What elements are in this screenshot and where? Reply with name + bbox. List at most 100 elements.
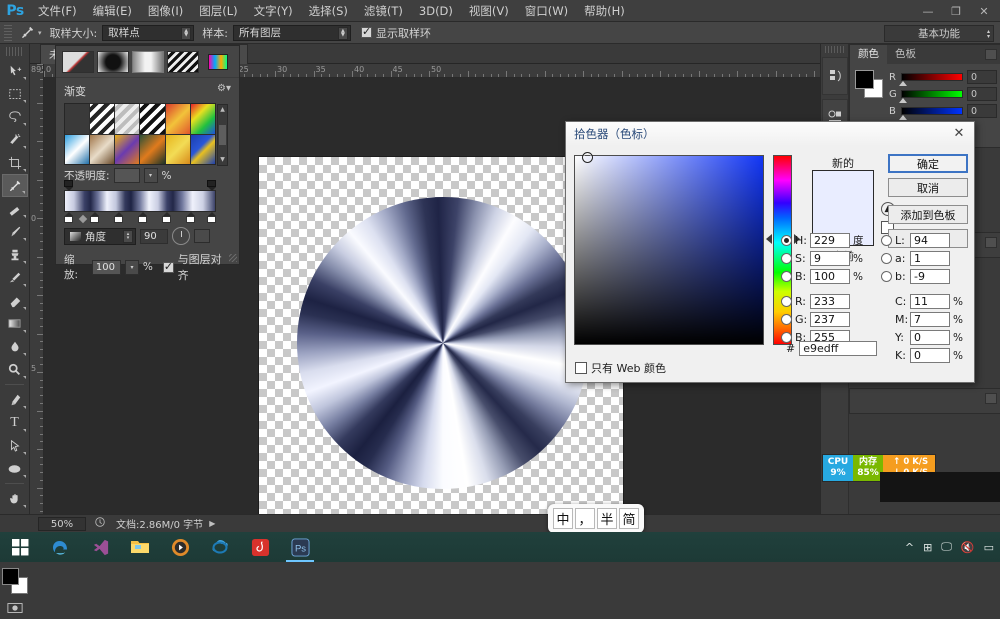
eyedropper-tool[interactable]	[2, 174, 28, 197]
edge-icon[interactable]	[40, 532, 80, 562]
cancel-button[interactable]: 取消	[888, 178, 968, 197]
gradient-preset-9[interactable]	[115, 104, 139, 134]
ime-halfwidth[interactable]: 半	[597, 508, 617, 529]
slider-track-g[interactable]	[901, 90, 963, 98]
eraser-tool[interactable]	[2, 289, 28, 312]
input-c[interactable]: 11	[910, 294, 950, 309]
netease-music-icon[interactable]	[240, 532, 280, 562]
input-brightness[interactable]: 100	[810, 269, 850, 284]
hue-slider-marker-left[interactable]	[766, 234, 772, 244]
scale-input[interactable]: 100	[92, 260, 121, 275]
input-m[interactable]: 7	[910, 312, 950, 327]
presets-scrollbar[interactable]: ▲ ▼	[217, 104, 228, 166]
ok-button[interactable]: 确定	[888, 154, 968, 173]
dodge-tool[interactable]	[2, 358, 28, 381]
input-l[interactable]: 94	[910, 233, 950, 248]
menu-filter[interactable]: 滤镜(T)	[356, 0, 411, 22]
gradient-preset-4[interactable]	[90, 135, 114, 165]
input-h[interactable]: 229	[810, 233, 850, 248]
menu-3d[interactable]: 3D(D)	[411, 0, 461, 22]
slider-thumb-b[interactable]	[899, 115, 907, 120]
menu-type[interactable]: 文字(Y)	[246, 0, 301, 22]
clone-stamp-tool[interactable]	[2, 243, 28, 266]
panel-foreground-swatch[interactable]	[855, 70, 874, 89]
gradient-preset-7[interactable]	[166, 104, 190, 134]
brush-tool[interactable]	[2, 220, 28, 243]
panel-menu-icon[interactable]	[985, 393, 997, 404]
history-panel-icon[interactable]	[822, 57, 848, 95]
workspace-selector[interactable]: 基本功能 ▴▾	[884, 25, 994, 42]
tray-network-icon[interactable]: 🖵	[941, 540, 952, 554]
color-stop-5[interactable]	[186, 212, 195, 223]
slider-track-r[interactable]	[901, 73, 963, 81]
input-k[interactable]: 0	[910, 348, 950, 363]
hex-input[interactable]: e9edff	[799, 341, 877, 356]
color-stop-3[interactable]	[138, 212, 147, 223]
menu-image[interactable]: 图像(I)	[140, 0, 191, 22]
gradient-preset-6[interactable]	[191, 104, 215, 134]
ime-simplified[interactable]: 简	[619, 508, 639, 529]
radio-a[interactable]	[881, 253, 892, 264]
input-r[interactable]: 233	[810, 294, 850, 309]
gear-icon[interactable]: ⚙▾	[217, 83, 231, 94]
menu-view[interactable]: 视图(V)	[461, 0, 517, 22]
panel-fg-bg-swatches[interactable]	[855, 70, 883, 98]
pen-tool[interactable]	[2, 388, 28, 411]
tray-ime-icon[interactable]: ⊞	[923, 541, 932, 554]
scrollbar-thumb[interactable]	[219, 125, 226, 145]
reflected-gradient-button[interactable]	[167, 51, 199, 73]
angle-dial[interactable]	[172, 227, 190, 245]
file-explorer-icon[interactable]	[120, 532, 160, 562]
minimize-button[interactable]: —	[914, 2, 942, 20]
scale-stepper[interactable]: ▾	[125, 260, 139, 275]
vertical-ruler[interactable]: 895 05	[30, 64, 44, 532]
ime-punctuation[interactable]: ，	[575, 508, 595, 529]
gradient-preset-5[interactable]	[65, 135, 89, 165]
zoom-level-field[interactable]: 50%	[38, 517, 86, 531]
scroll-up-icon[interactable]: ▲	[219, 106, 226, 114]
color-stop-0[interactable]	[64, 212, 73, 223]
slider-value-r[interactable]: 0	[967, 70, 997, 84]
hand-tool[interactable]	[2, 487, 28, 510]
panel-resize-handle[interactable]	[229, 254, 237, 262]
sample-select[interactable]: 所有图层 ▲▼	[233, 25, 351, 41]
slider-value-g[interactable]: 0	[967, 87, 997, 101]
menu-help[interactable]: 帮助(H)	[576, 0, 633, 22]
close-icon[interactable]: ✕	[950, 125, 968, 141]
opacity-stop-left[interactable]	[64, 180, 73, 190]
status-expand-icon[interactable]: ▶	[209, 519, 215, 528]
input-y[interactable]: 0	[910, 330, 950, 345]
foreground-color-swatch[interactable]	[2, 568, 19, 585]
input-a[interactable]: 1	[910, 251, 950, 266]
scroll-down-icon[interactable]: ▼	[219, 156, 226, 164]
gradient-preset-picker-icon[interactable]	[208, 54, 228, 70]
visual-studio-icon[interactable]	[80, 532, 120, 562]
radio-b-lab[interactable]	[881, 271, 892, 282]
opacity-input[interactable]	[114, 168, 140, 183]
history-brush-tool[interactable]	[2, 266, 28, 289]
gradient-preset-11[interactable]	[65, 104, 89, 134]
move-tool[interactable]	[2, 59, 28, 82]
saturation-brightness-field[interactable]	[574, 155, 764, 345]
tray-action-center-icon[interactable]: ▭	[984, 541, 994, 554]
radio-l[interactable]	[881, 235, 892, 246]
quick-mask-icon[interactable]	[2, 596, 28, 619]
tools-panel-grip[interactable]	[6, 47, 23, 56]
menu-window[interactable]: 窗口(W)	[517, 0, 576, 22]
menu-file[interactable]: 文件(F)	[30, 0, 85, 22]
opacity-stepper[interactable]: ▾	[144, 168, 158, 183]
menu-select[interactable]: 选择(S)	[301, 0, 356, 22]
document-info-icon[interactable]	[94, 516, 106, 531]
radio-brightness[interactable]	[781, 271, 792, 282]
blur-tool[interactable]	[2, 335, 28, 358]
add-to-swatches-button[interactable]: 添加到色板	[888, 205, 968, 224]
radio-g[interactable]	[781, 314, 792, 325]
photoshop-icon[interactable]: Ps	[280, 532, 320, 562]
menu-edit[interactable]: 编辑(E)	[85, 0, 140, 22]
linear-gradient-button[interactable]	[62, 51, 94, 73]
tray-volume-muted-icon[interactable]: 🔇	[961, 541, 975, 554]
opacity-stop-right[interactable]	[207, 180, 216, 190]
start-icon[interactable]	[0, 532, 40, 562]
options-bar-grip[interactable]	[4, 25, 12, 41]
panel-menu-icon[interactable]	[985, 237, 997, 248]
